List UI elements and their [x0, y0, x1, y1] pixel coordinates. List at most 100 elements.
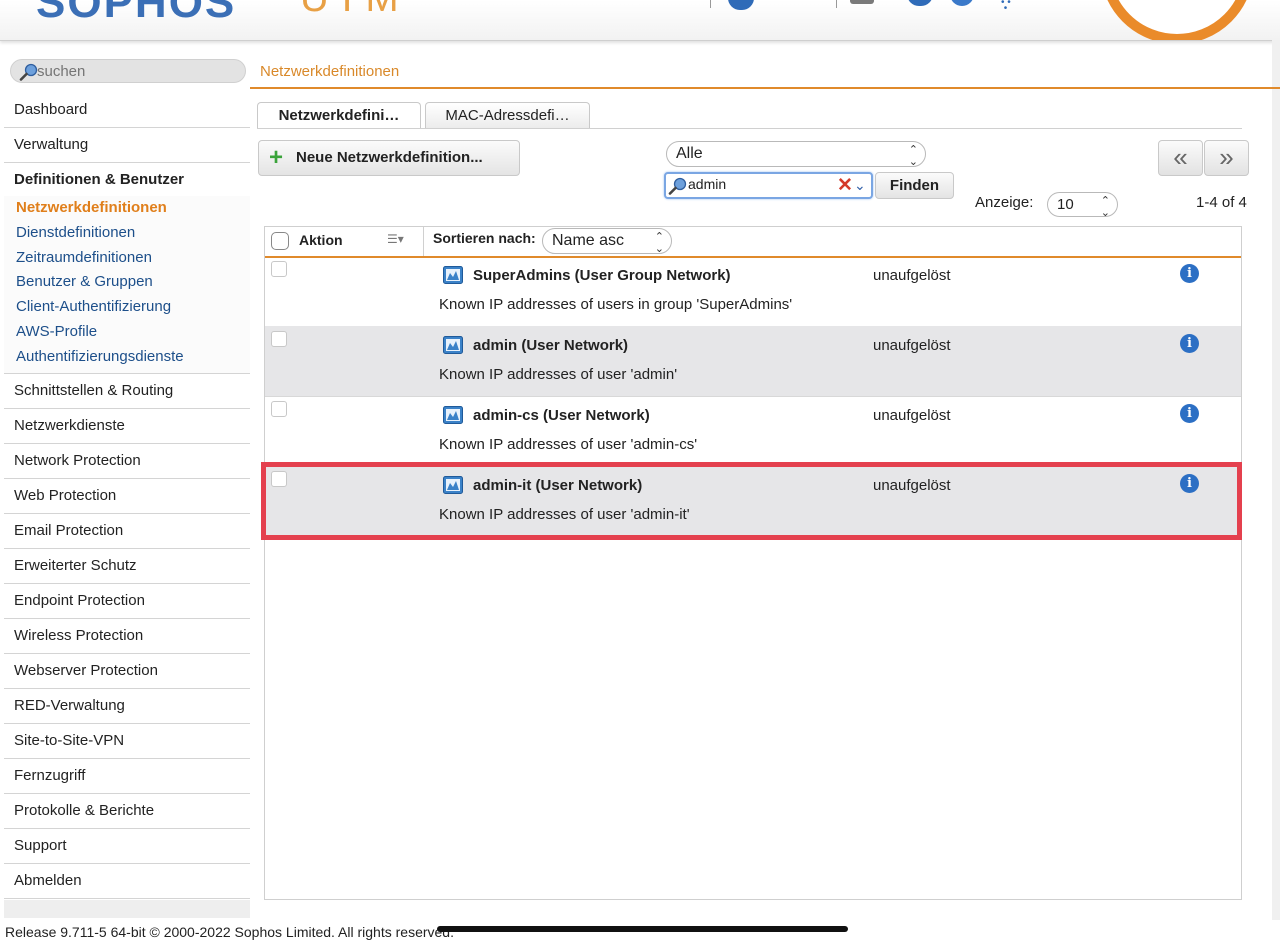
select-all-checkbox[interactable] [271, 232, 289, 250]
sort-value: Name asc [552, 232, 625, 249]
sidebar-item-web-protection[interactable]: Web Protection [4, 478, 250, 514]
sidebar-item-network-protection[interactable]: Network Protection [4, 443, 250, 479]
chevron-down-icon[interactable]: ⌄ [854, 175, 866, 196]
refresh-icon[interactable] [950, 0, 974, 6]
network-icon [443, 406, 463, 429]
search-icon [668, 177, 688, 200]
list-item[interactable]: admin-cs (User Network) unaufgelöst i Kn… [265, 396, 1241, 467]
tab-mac-adressdefinitionen[interactable]: MAC-Adressdefi… [425, 102, 590, 128]
info-icon[interactable]: i [1180, 264, 1199, 283]
sidebar-subitem-aws-profile[interactable]: AWS-Profile [4, 320, 250, 345]
search-input[interactable] [37, 62, 237, 80]
row-status: unaufgelöst [873, 267, 951, 284]
row-checkbox[interactable] [271, 331, 287, 347]
display-count-select[interactable]: 10 ⌃ ⌄ [1047, 192, 1118, 219]
logo-primary: SOPHOS [36, 0, 237, 27]
row-name[interactable]: SuperAdmins (User Group Network) [473, 267, 731, 284]
row-checkbox[interactable] [271, 261, 287, 277]
filter-input[interactable]: admin ✕ ⌄ [664, 172, 873, 199]
network-icon [443, 266, 463, 289]
select-arrows-icon: ⌃ ⌄ [1100, 195, 1110, 219]
sidebar-footer [4, 900, 250, 918]
sort-label: Sortieren nach: [433, 230, 536, 246]
type-filter-select[interactable]: Alle ⌃ ⌄ [666, 141, 926, 168]
sidebar-subitem-client-authentifizierung[interactable]: Client-Authentifizierung [4, 295, 250, 320]
new-network-definition-label: Neue Netzwerkdefinition... [296, 149, 483, 166]
info-icon[interactable]: i [1180, 404, 1199, 423]
info-icon[interactable]: i [1180, 334, 1199, 353]
sidebar-item-support[interactable]: Support [4, 828, 250, 864]
sidebar-item-fernzugriff[interactable]: Fernzugriff [4, 758, 250, 794]
sidebar-item-webserver-protection[interactable]: Webserver Protection [4, 653, 250, 689]
logo-secondary: UTM [300, 0, 405, 21]
filter-value: admin [688, 176, 727, 192]
row-description: Known IP addresses of user 'admin' [439, 366, 678, 383]
sidebar-item-site-to-site-vpn[interactable]: Site-to-Site-VPN [4, 723, 250, 759]
info-icon[interactable]: i [1180, 474, 1199, 493]
sidebar-item-email-protection[interactable]: Email Protection [4, 513, 250, 549]
row-description: Known IP addresses of user 'admin-cs' [439, 436, 698, 453]
select-arrows-icon: ⌃ ⌄ [654, 231, 664, 255]
new-network-definition-button[interactable]: + Neue Netzwerkdefinition... [258, 140, 520, 176]
search-box[interactable] [10, 59, 246, 83]
info-icon[interactable] [907, 0, 933, 6]
header-separator [836, 0, 837, 8]
sidebar-subitem-authentifizierungsdienste[interactable]: Authentifizierungsdienste [4, 345, 250, 370]
sidebar: Dashboard Verwaltung Definitionen & Benu… [4, 93, 250, 899]
action-column-label: Aktion [299, 232, 343, 248]
header-separator [710, 0, 711, 8]
sidebar-item-endpoint-protection[interactable]: Endpoint Protection [4, 583, 250, 619]
sidebar-item-dashboard[interactable]: Dashboard [4, 93, 250, 128]
sidebar-item-protokolle-berichte[interactable]: Protokolle & Berichte [4, 793, 250, 829]
sidebar-item-abmelden[interactable]: Abmelden [4, 863, 250, 899]
row-checkbox[interactable] [271, 471, 287, 487]
window-edge [1272, 40, 1280, 920]
top-header: SOPHOS UTM • • • [0, 0, 1280, 41]
tab-netzwerkdefinitionen[interactable]: Netzwerkdefini… [257, 102, 421, 129]
sidebar-item-schnittstellen-routing[interactable]: Schnittstellen & Routing [4, 373, 250, 409]
sidebar-item-netzwerkdienste[interactable]: Netzwerkdienste [4, 408, 250, 444]
row-status: unaufgelöst [873, 477, 951, 494]
sidebar-subitem-benutzer-gruppen[interactable]: Benutzer & Gruppen [4, 270, 250, 295]
sidebar-item-red-verwaltung[interactable]: RED-Verwaltung [4, 688, 250, 724]
next-page-button[interactable]: » [1204, 140, 1249, 176]
spinner-icon: • • • [1001, 0, 1011, 14]
display-count-label: Anzeige: [975, 194, 1034, 211]
find-button[interactable]: Finden [875, 172, 954, 199]
list-item[interactable]: admin (User Network) unaufgelöst i Known… [265, 326, 1241, 397]
list-item[interactable]: admin-it (User Network) unaufgelöst i Kn… [265, 466, 1241, 537]
home-indicator [437, 926, 848, 932]
action-menu-icon[interactable]: ☰▾ [387, 232, 404, 246]
breadcrumb: Netzwerkdefinitionen [250, 53, 1280, 89]
row-status: unaufgelöst [873, 407, 951, 424]
edit-icon[interactable] [850, 0, 874, 4]
sidebar-subitem-dienstdefinitionen[interactable]: Dienstdefinitionen [4, 221, 250, 246]
footer-text: Release 9.711-5 64-bit © 2000-2022 Sopho… [5, 924, 454, 940]
sidebar-item-verwaltung[interactable]: Verwaltung [4, 128, 250, 163]
sort-select[interactable]: Name asc ⌃ ⌄ [542, 228, 672, 255]
sidebar-subitem-zeitraumdefinitionen[interactable]: Zeitraumdefinitionen [4, 246, 250, 271]
sidebar-item-definitionen-benutzer[interactable]: Definitionen & Benutzer [4, 163, 250, 196]
row-status: unaufgelöst [873, 337, 951, 354]
type-filter-value: Alle [676, 145, 703, 162]
row-checkbox[interactable] [271, 401, 287, 417]
network-icon [443, 476, 463, 499]
user-icon[interactable] [728, 0, 754, 10]
plus-icon: + [269, 144, 284, 171]
previous-page-button[interactable]: « [1158, 140, 1203, 176]
display-count-value: 10 [1057, 196, 1074, 213]
clear-icon[interactable]: ✕ [837, 174, 853, 197]
row-name[interactable]: admin-it (User Network) [473, 477, 642, 494]
row-name[interactable]: admin-cs (User Network) [473, 407, 650, 424]
sidebar-subnav: Netzwerkdefinitionen Dienstdefinitionen … [4, 196, 250, 374]
tab-divider [257, 128, 1242, 129]
list-item[interactable]: SuperAdmins (User Group Network) unaufge… [265, 256, 1241, 327]
help-icon[interactable] [1100, 0, 1254, 40]
select-arrows-icon: ⌃ ⌄ [908, 144, 918, 168]
sidebar-item-erweiterter-schutz[interactable]: Erweiterter Schutz [4, 548, 250, 584]
row-name[interactable]: admin (User Network) [473, 337, 628, 354]
sidebar-subitem-netzwerkdefinitionen[interactable]: Netzwerkdefinitionen [4, 196, 250, 221]
sidebar-item-wireless-protection[interactable]: Wireless Protection [4, 618, 250, 654]
network-icon [443, 336, 463, 359]
list-header: Aktion ☰▾ Sortieren nach: Name asc ⌃ ⌄ [265, 227, 1241, 258]
